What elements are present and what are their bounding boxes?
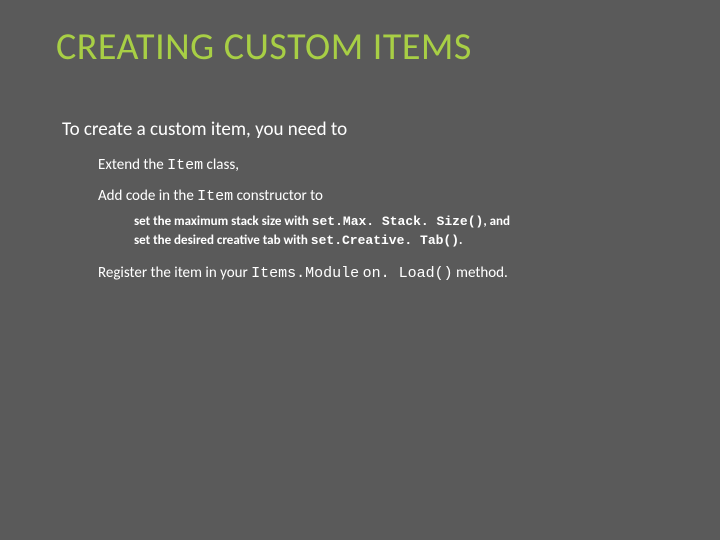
bullet-extend: Extend the Item class,	[62, 156, 664, 176]
text: Extend the	[98, 156, 167, 174]
sub-bullet-stacksize: set the maximum stack size with set.Max.…	[134, 213, 664, 231]
slide: CREATING CUSTOM ITEMS To create a custom…	[0, 0, 720, 540]
code-setcreativetab: set.Creative. Tab()	[311, 233, 459, 248]
intro-line: To create a custom item, you need to	[62, 118, 664, 142]
text: Add code in the	[98, 187, 197, 205]
text: constructor to	[233, 187, 323, 205]
code-onload: on. Load()	[363, 265, 453, 282]
bullet-constructor: Add code in the Item constructor to	[62, 187, 664, 207]
page-title: CREATING CUSTOM ITEMS	[56, 28, 664, 68]
text: set the desired creative tab with	[134, 233, 311, 248]
text: , and	[483, 214, 510, 229]
sub-bullets: set the maximum stack size with set.Max.…	[62, 213, 664, 250]
bullet-register: Register the item in your Items.Module o…	[62, 264, 664, 284]
text: method.	[453, 264, 508, 282]
code-item: Item	[197, 188, 233, 205]
sub-bullet-creativetab: set the desired creative tab with set.Cr…	[134, 232, 664, 250]
code-setmaxstacksize: set.Max. Stack. Size()	[312, 214, 484, 229]
content-body: To create a custom item, you need to Ext…	[56, 118, 664, 283]
text: class,	[203, 156, 239, 174]
text: set the maximum stack size with	[134, 214, 312, 229]
code-itemsmodule: Items.Module	[251, 265, 359, 282]
text: Register the item in your	[98, 264, 251, 282]
code-item: Item	[167, 157, 203, 174]
text: .	[459, 233, 462, 248]
